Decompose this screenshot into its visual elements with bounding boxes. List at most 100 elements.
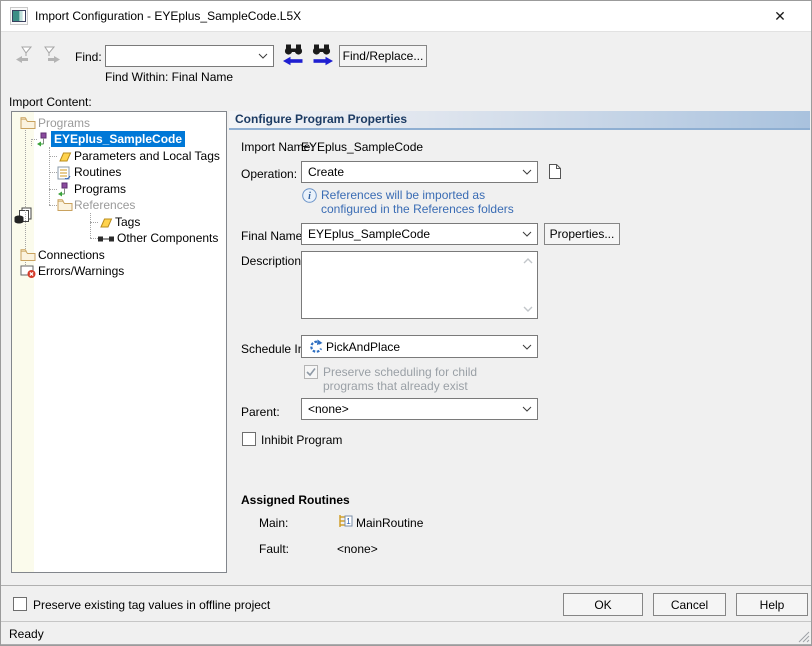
find-replace-label: Find/Replace... — [343, 49, 424, 63]
find-combobox[interactable] — [105, 45, 274, 67]
scroll-down-icon[interactable] — [523, 306, 533, 312]
preserve-tag-values-checkbox[interactable] — [13, 597, 27, 611]
preserve-scheduling-checkbox[interactable] — [304, 365, 318, 379]
cancel-button-label: Cancel — [671, 598, 708, 612]
tree-item-connections[interactable]: Connections — [12, 247, 226, 263]
chevron-down-icon — [522, 231, 532, 237]
schedule-in-combobox[interactable]: PickAndPlace — [301, 335, 538, 358]
prev-difference-button[interactable] — [11, 43, 37, 67]
folder-icon — [20, 248, 36, 261]
cancel-button[interactable]: Cancel — [653, 593, 726, 616]
new-document-icon[interactable] — [548, 163, 562, 180]
tree-item-label: Connections — [38, 247, 105, 263]
tree-item-label: Errors/Warnings — [38, 263, 124, 279]
statusbar-separator — [1, 621, 812, 622]
operation-label: Operation: — [241, 167, 297, 181]
window-title: Import Configuration - EYEplus_SampleCod… — [35, 1, 301, 31]
errors-warnings-icon — [20, 264, 37, 279]
folder-icon — [20, 116, 36, 129]
fault-routine-label: Fault: — [259, 542, 289, 556]
routines-icon — [56, 165, 72, 181]
task-icon — [308, 339, 323, 354]
tree-item-label: Tags — [115, 214, 140, 230]
binoculars-left-arrow-icon — [282, 43, 306, 66]
chevron-down-icon — [522, 344, 532, 350]
panel-header: Configure Program Properties — [229, 111, 810, 130]
folder-icon — [57, 198, 73, 211]
final-name-combobox[interactable]: EYEplus_SampleCode — [301, 223, 538, 245]
tree-item-label: Routines — [74, 164, 121, 180]
svg-text:1: 1 — [346, 517, 351, 526]
help-button-label: Help — [760, 598, 785, 612]
import-configuration-dialog: Import Configuration - EYEplus_SampleCod… — [0, 0, 812, 646]
tree-item-label: Programs — [38, 115, 90, 131]
next-difference-icon — [42, 45, 62, 65]
find-input[interactable] — [106, 46, 273, 66]
chevron-down-icon — [522, 406, 532, 412]
title-bar: Import Configuration - EYEplus_SampleCod… — [1, 1, 811, 32]
prev-difference-icon — [14, 45, 34, 65]
tree-item-label: Programs — [74, 181, 126, 197]
preserve-scheduling-line2: programs that already exist — [323, 379, 468, 393]
import-content-label: Import Content: — [9, 95, 92, 109]
find-within-text: Find Within: Final Name — [105, 70, 233, 84]
find-next-button[interactable] — [309, 42, 335, 66]
tree-item-label: Other Components — [117, 230, 218, 246]
binoculars-right-arrow-icon — [310, 43, 334, 66]
fault-routine-value: <none> — [337, 542, 378, 556]
ok-button-label: OK — [594, 598, 611, 612]
tree-item-tags[interactable]: Tags — [12, 214, 226, 230]
program-icon — [57, 182, 71, 198]
routine-icon: 1 — [337, 513, 353, 529]
tree-item-other-components[interactable]: Other Components — [12, 230, 226, 246]
tree-item-label: References — [74, 197, 135, 213]
chevron-down-icon — [258, 53, 268, 59]
preserve-tag-values-label: Preserve existing tag values in offline … — [33, 598, 270, 612]
tree-item-parameters-local-tags[interactable]: Parameters and Local Tags — [12, 148, 226, 164]
close-button[interactable]: ✕ — [763, 1, 797, 31]
operation-combobox[interactable]: Create — [301, 161, 538, 183]
tag-icon — [57, 151, 73, 163]
checkmark-icon — [305, 366, 317, 378]
components-icon — [97, 234, 115, 244]
scroll-up-icon[interactable] — [523, 258, 533, 264]
tag-icon — [98, 217, 114, 229]
info-note-line1: References will be imported as — [321, 188, 485, 202]
tree-item-eyeplus-samplecode[interactable]: EYEplus_SampleCode — [12, 131, 226, 147]
footer-separator — [1, 585, 812, 586]
find-previous-button[interactable] — [281, 42, 307, 66]
resize-grip[interactable] — [797, 630, 810, 643]
import-content-tree: Programs EYEplus_SampleCode Parameters a… — [11, 111, 227, 573]
tree-item-errors-warnings[interactable]: Errors/Warnings — [12, 263, 226, 279]
tree-item-routines[interactable]: Routines — [12, 164, 226, 180]
statusbar-text: Ready — [9, 627, 44, 641]
help-button[interactable]: Help — [736, 593, 808, 616]
app-icon — [10, 7, 28, 25]
properties-button[interactable]: Properties... — [544, 223, 620, 245]
description-textbox[interactable] — [301, 251, 538, 319]
main-routine-value: MainRoutine — [356, 516, 423, 530]
parent-combobox[interactable]: <none> — [301, 398, 538, 420]
inhibit-program-label: Inhibit Program — [261, 433, 342, 447]
schedule-in-value: PickAndPlace — [326, 340, 400, 354]
tree-item-references[interactable]: References — [12, 197, 226, 213]
find-replace-button[interactable]: Find/Replace... — [339, 45, 427, 67]
parent-label: Parent: — [241, 405, 280, 419]
assigned-routines-header: Assigned Routines — [241, 493, 350, 507]
inhibit-program-checkbox[interactable] — [242, 432, 256, 446]
parent-value: <none> — [308, 402, 349, 416]
find-label: Find: — [75, 50, 102, 64]
preserve-scheduling-line1: Preserve scheduling for child — [323, 365, 477, 379]
main-routine-label: Main: — [259, 516, 288, 530]
tree-item-programs-root[interactable]: Programs — [12, 115, 226, 131]
ok-button[interactable]: OK — [563, 593, 643, 616]
tree-item-programs-sub[interactable]: Programs — [12, 181, 226, 197]
panel-header-label: Configure Program Properties — [235, 112, 407, 126]
chevron-down-icon — [522, 169, 532, 175]
next-difference-button[interactable] — [39, 43, 65, 67]
final-name-value: EYEplus_SampleCode — [308, 227, 430, 241]
schedule-in-label: Schedule In: — [241, 342, 308, 356]
properties-button-label: Properties... — [550, 227, 615, 241]
final-name-label: Final Name: — [241, 229, 306, 243]
description-label: Description: — [241, 254, 304, 268]
